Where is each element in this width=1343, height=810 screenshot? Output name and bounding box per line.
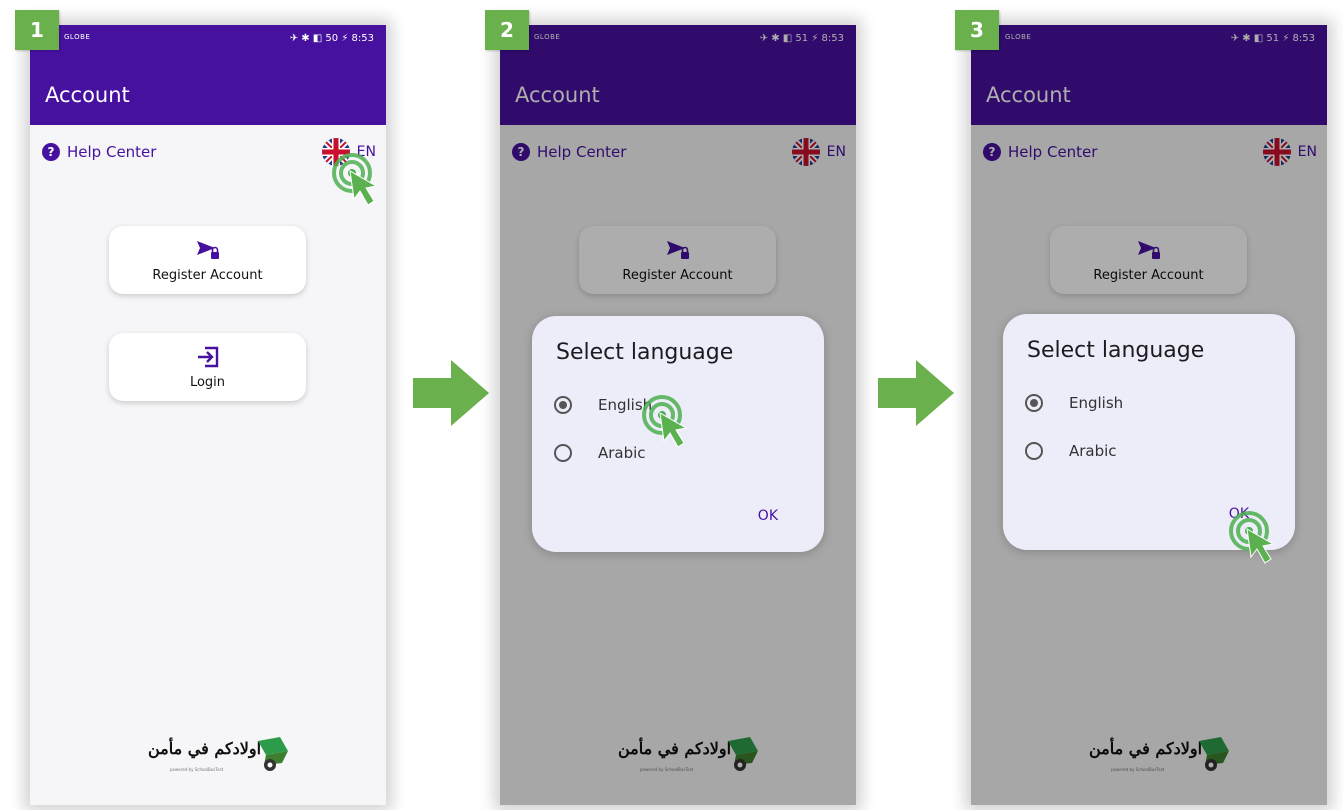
help-center-label: Help Center [67,143,157,161]
carrier-label: GLOBE [64,33,91,41]
brand-name: اولادكم في مأمن [148,739,262,758]
radio-unselected-icon[interactable] [1025,442,1043,460]
option-arabic[interactable]: Arabic [1025,442,1117,460]
status-icons: ✈ ✱ ◧ 50 ⚡ 8:53 [289,33,374,44]
option-arabic-label: Arabic [1069,442,1117,460]
login-label: Login [189,374,226,390]
option-arabic-label: Arabic [598,444,646,462]
send-lock-icon [196,240,219,259]
register-account-button[interactable]: Register Account [109,226,306,294]
option-english[interactable]: English [1025,394,1123,412]
dialog-title: Select language [556,340,734,365]
school-bus-logo-icon [258,737,288,771]
register-account-label: Register Account [152,267,263,283]
tap-cursor-icon [332,153,378,206]
option-english[interactable]: English [554,396,652,414]
radio-unselected-icon[interactable] [554,444,572,462]
tap-cursor-icon [642,395,688,448]
phone-screen-1: GLOBE ✈ ✱ ◧ 50 ⚡ 8:53 Account ? Help Cen… [30,25,386,805]
brand-footer: اولادكم في مأمن powered by SchoolBusTest [30,737,386,777]
status-bar: GLOBE ✈ ✱ ◧ 50 ⚡ 8:53 [30,25,386,53]
radio-selected-icon[interactable] [554,396,572,414]
radio-selected-icon[interactable] [1025,394,1043,412]
login-icon [197,346,218,367]
brand-powered-by: powered by SchoolBusTest [170,767,224,772]
right-arrow-icon [413,360,489,426]
ok-button[interactable]: OK [758,508,778,524]
page-title: Account [45,83,130,107]
app-bar: GLOBE ✈ ✱ ◧ 50 ⚡ 8:53 Account [30,25,386,125]
step-badge-2: 2 [485,10,529,50]
option-english-label: English [1069,394,1124,412]
help-circle-icon: ? [42,143,60,161]
right-arrow-icon [878,360,954,426]
tap-cursor-icon [1229,511,1275,564]
phone-screen-3: GLOBE ✈ ✱ ◧ 51 ⚡ 8:53 Account ? Help Cen… [971,25,1327,805]
help-center-link[interactable]: ? Help Center [42,143,156,161]
login-button[interactable]: Login [109,333,306,401]
dialog-title: Select language [1027,338,1205,363]
step-badge-1: 1 [15,10,59,50]
phone-screen-2: GLOBE ✈ ✱ ◧ 51 ⚡ 8:53 Account ? Help Cen… [500,25,856,805]
step-badge-3: 3 [955,10,999,50]
option-arabic[interactable]: Arabic [554,444,646,462]
